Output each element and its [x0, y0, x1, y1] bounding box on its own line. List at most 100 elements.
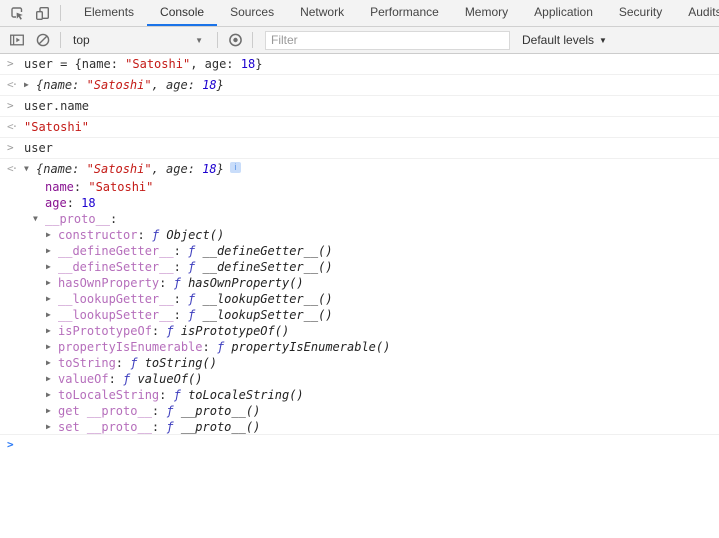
row-text: constructor: ƒ Object(): [58, 227, 224, 243]
divider: [217, 32, 218, 48]
clear-console-icon: [35, 32, 51, 48]
input-chevron-icon: >: [0, 141, 24, 155]
show-console-sidebar-button[interactable]: [4, 28, 30, 52]
expand-toggle-icon[interactable]: ▶: [46, 243, 58, 259]
row-text: __lookupSetter__: ƒ __lookupSetter__(): [58, 307, 333, 323]
row-text: "Satoshi": [24, 120, 89, 134]
sidebar-icon: [9, 32, 25, 48]
tabs-container: ElementsConsoleSourcesNetworkPerformance…: [71, 0, 719, 26]
live-expression-button[interactable]: [222, 28, 248, 52]
console-input-line: >user = {name: "Satoshi", age: 18}: [0, 54, 719, 75]
row-text: name: "Satoshi": [45, 179, 153, 195]
object-property-row[interactable]: ▶valueOf: ƒ valueOf(): [0, 371, 719, 387]
result-chevron-icon: <·: [0, 78, 24, 92]
tab-sources[interactable]: Sources: [217, 0, 287, 26]
eye-icon: [227, 32, 244, 48]
row-text: hasOwnProperty: ƒ hasOwnProperty(): [58, 275, 304, 291]
expand-toggle-icon[interactable]: ▶: [46, 307, 58, 323]
row-text: isPrototypeOf: ƒ isPrototypeOf(): [58, 323, 289, 339]
row-text: {name: "Satoshi", age: 18}: [36, 162, 224, 176]
row-text: valueOf: ƒ valueOf(): [58, 371, 203, 387]
expand-toggle-icon[interactable]: ▶: [46, 227, 58, 243]
object-property-row[interactable]: ▶get __proto__: ƒ __proto__(): [0, 403, 719, 419]
input-chevron-icon: >: [0, 438, 24, 452]
filter-input[interactable]: [265, 31, 510, 50]
row-text: {name: "Satoshi", age: 18}: [36, 78, 224, 92]
row-text: user: [24, 141, 53, 155]
device-toolbar-button[interactable]: [30, 1, 56, 25]
inspect-cursor-icon: [9, 5, 25, 21]
clear-console-button[interactable]: [30, 28, 56, 52]
evaluated-info-badge-icon[interactable]: i: [230, 162, 241, 173]
context-label: top: [73, 33, 90, 47]
console-result-line-expanded[interactable]: <·▼{name: "Satoshi", age: 18} i: [0, 159, 719, 179]
input-chevron-icon: >: [0, 57, 24, 71]
object-property-row[interactable]: ▶propertyIsEnumerable: ƒ propertyIsEnume…: [0, 339, 719, 355]
object-property-row: name: "Satoshi": [0, 179, 719, 195]
expand-toggle-icon[interactable]: ▶: [46, 419, 58, 435]
divider: [60, 5, 61, 21]
object-property-row[interactable]: ▶isPrototypeOf: ƒ isPrototypeOf(): [0, 323, 719, 339]
object-property-row: age: 18: [0, 195, 719, 211]
object-property-row[interactable]: ▶toLocaleString: ƒ toLocaleString(): [0, 387, 719, 403]
object-property-row[interactable]: ▶constructor: ƒ Object(): [0, 227, 719, 243]
expand-toggle-icon[interactable]: ▶: [46, 355, 58, 371]
tab-audits[interactable]: Audits: [675, 0, 719, 26]
tab-performance[interactable]: Performance: [357, 0, 452, 26]
inspect-element-button[interactable]: [4, 1, 30, 25]
object-proto-row[interactable]: ▼__proto__:: [0, 211, 719, 227]
console-input-line: >user: [0, 138, 719, 159]
log-levels-dropdown[interactable]: Default levels ▼: [522, 33, 607, 47]
row-text: user = {name: "Satoshi", age: 18}: [24, 57, 262, 71]
tab-console[interactable]: Console: [147, 0, 217, 26]
tab-memory[interactable]: Memory: [452, 0, 521, 26]
object-property-row[interactable]: ▶set __proto__: ƒ __proto__(): [0, 419, 719, 435]
row-text: propertyIsEnumerable: ƒ propertyIsEnumer…: [58, 339, 390, 355]
input-chevron-icon: >: [0, 99, 24, 113]
row-text: toString: ƒ toString(): [58, 355, 217, 371]
row-text: age: 18: [45, 195, 96, 211]
expand-toggle-icon[interactable]: ▶: [24, 78, 36, 92]
expand-toggle-icon[interactable]: ▶: [46, 371, 58, 387]
tab-elements[interactable]: Elements: [71, 0, 147, 26]
execution-context-selector[interactable]: top ▼: [65, 33, 213, 47]
row-text: toLocaleString: ƒ toLocaleString(): [58, 387, 304, 403]
divider: [252, 32, 253, 48]
result-chevron-icon: <·: [0, 120, 24, 134]
row-text: user.name: [24, 99, 89, 113]
object-property-row[interactable]: ▶__defineGetter__: ƒ __defineGetter__(): [0, 243, 719, 259]
expand-toggle-icon[interactable]: ▶: [46, 291, 58, 307]
tab-network[interactable]: Network: [287, 0, 357, 26]
divider: [60, 32, 61, 48]
chevron-down-icon: ▼: [195, 36, 203, 45]
tab-application[interactable]: Application: [521, 0, 606, 26]
row-text: __proto__:: [45, 211, 117, 227]
expand-toggle-icon[interactable]: ▶: [46, 403, 58, 419]
result-chevron-icon: <·: [0, 162, 24, 176]
expand-toggle-icon[interactable]: ▼: [24, 162, 36, 176]
expand-toggle-icon[interactable]: ▼: [33, 211, 45, 227]
row-text: __defineGetter__: ƒ __defineGetter__(): [58, 243, 333, 259]
expand-toggle-icon[interactable]: ▶: [46, 259, 58, 275]
tab-security[interactable]: Security: [606, 0, 675, 26]
object-property-row[interactable]: ▶__lookupGetter__: ƒ __lookupGetter__(): [0, 291, 719, 307]
row-text: __lookupGetter__: ƒ __lookupGetter__(): [58, 291, 333, 307]
console-messages: >user = {name: "Satoshi", age: 18}<·▶{na…: [0, 54, 719, 455]
console-result-line: <·"Satoshi": [0, 117, 719, 138]
row-text: get __proto__: ƒ __proto__(): [58, 403, 260, 419]
object-property-row[interactable]: ▶__defineSetter__: ƒ __defineSetter__(): [0, 259, 719, 275]
object-property-row[interactable]: ▶__lookupSetter__: ƒ __lookupSetter__(): [0, 307, 719, 323]
expand-toggle-icon[interactable]: ▶: [46, 387, 58, 403]
device-toolbar-icon: [35, 5, 51, 21]
console-toolbar: top ▼ Default levels ▼: [0, 27, 719, 54]
console-prompt[interactable]: >: [0, 435, 719, 455]
chevron-down-icon: ▼: [599, 36, 607, 45]
object-property-row[interactable]: ▶toString: ƒ toString(): [0, 355, 719, 371]
object-property-row[interactable]: ▶hasOwnProperty: ƒ hasOwnProperty(): [0, 275, 719, 291]
levels-label: Default levels: [522, 33, 594, 47]
expand-toggle-icon[interactable]: ▶: [46, 275, 58, 291]
console-result-line[interactable]: <·▶{name: "Satoshi", age: 18}: [0, 75, 719, 96]
expand-toggle-icon[interactable]: ▶: [46, 323, 58, 339]
expand-toggle-icon[interactable]: ▶: [46, 339, 58, 355]
row-text: __defineSetter__: ƒ __defineSetter__(): [58, 259, 333, 275]
